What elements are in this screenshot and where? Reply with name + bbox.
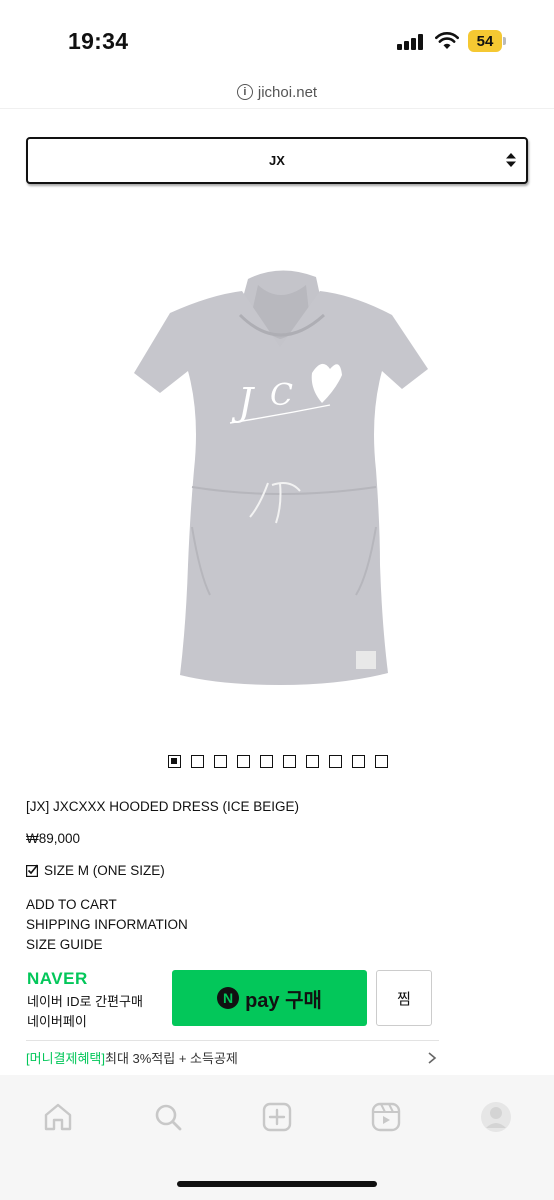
gallery-dot[interactable] xyxy=(375,755,388,768)
size-option-label: SIZE M (ONE SIZE) xyxy=(44,863,165,878)
wifi-icon xyxy=(435,32,459,49)
benefit-banner[interactable]: [머니결제혜택] 최대 3%적립 + 소득공제 xyxy=(26,1040,439,1074)
info-icon[interactable]: i xyxy=(236,84,253,100)
signal-icon xyxy=(397,34,426,50)
checkbox-checked-icon[interactable] xyxy=(26,864,39,877)
benefit-text: 최대 3%적립 + 소득공제 xyxy=(104,1051,238,1066)
gallery-dots xyxy=(168,755,388,768)
status-bar: 19:34 54 xyxy=(0,0,554,70)
add-post-icon[interactable] xyxy=(261,1101,293,1133)
naver-pay-button[interactable]: N pay 구매 xyxy=(172,970,367,1026)
size-guide-link[interactable]: SIZE GUIDE xyxy=(26,937,103,952)
clock: 19:34 xyxy=(68,28,129,54)
naver-desc-line2: 네이버페이 xyxy=(27,1014,87,1029)
gallery-dot[interactable] xyxy=(237,755,250,768)
shipping-info-link[interactable]: SHIPPING INFORMATION xyxy=(26,917,188,932)
naver-n-icon: N xyxy=(217,987,240,1009)
home-icon[interactable] xyxy=(42,1101,74,1133)
naver-logo: NAVER xyxy=(27,969,88,988)
svg-text:C: C xyxy=(270,378,293,413)
gallery-dot[interactable] xyxy=(214,755,227,768)
gallery-dot[interactable] xyxy=(168,755,181,768)
gallery-dot[interactable] xyxy=(260,755,273,768)
product-title: [JX] JXCXXX HOODED DRESS (ICE BEIGE) xyxy=(26,799,300,814)
search-icon[interactable] xyxy=(152,1101,184,1133)
size-option[interactable]: SIZE M (ONE SIZE) xyxy=(26,863,165,878)
chevron-right-icon[interactable] xyxy=(427,1052,437,1064)
url-bar[interactable]: i jichoi.net xyxy=(0,78,554,106)
select-arrows-icon xyxy=(506,153,516,167)
gallery-dot[interactable] xyxy=(352,755,365,768)
reels-icon[interactable] xyxy=(370,1101,402,1133)
battery-icon: 54 xyxy=(468,30,506,52)
benefit-tag: [머니결제혜택] xyxy=(26,1051,105,1066)
gallery-dot[interactable] xyxy=(329,755,342,768)
battery-level: 54 xyxy=(468,30,502,52)
product-image[interactable]: J C xyxy=(130,265,430,690)
gallery-dot[interactable] xyxy=(306,755,319,768)
brand-select[interactable]: JX xyxy=(26,137,528,184)
url-domain[interactable]: jichoi.net xyxy=(258,84,317,101)
naver-pay-description: 네이버 ID로 간편구매 네이버페이 xyxy=(27,992,143,1032)
product-price: ₩89,000 xyxy=(26,831,81,846)
naver-desc-line1: 네이버 ID로 간편구매 xyxy=(27,994,143,1009)
naver-pay-label: pay 구매 xyxy=(245,989,322,1012)
divider xyxy=(0,108,554,109)
add-to-cart-link[interactable]: ADD TO CART xyxy=(26,897,117,912)
wish-button[interactable]: 찜 xyxy=(376,970,432,1026)
gallery-dot[interactable] xyxy=(283,755,296,768)
brand-select-value: JX xyxy=(269,153,285,168)
profile-avatar-icon[interactable] xyxy=(480,1101,512,1133)
gallery-dot[interactable] xyxy=(191,755,204,768)
home-indicator xyxy=(177,1181,377,1187)
